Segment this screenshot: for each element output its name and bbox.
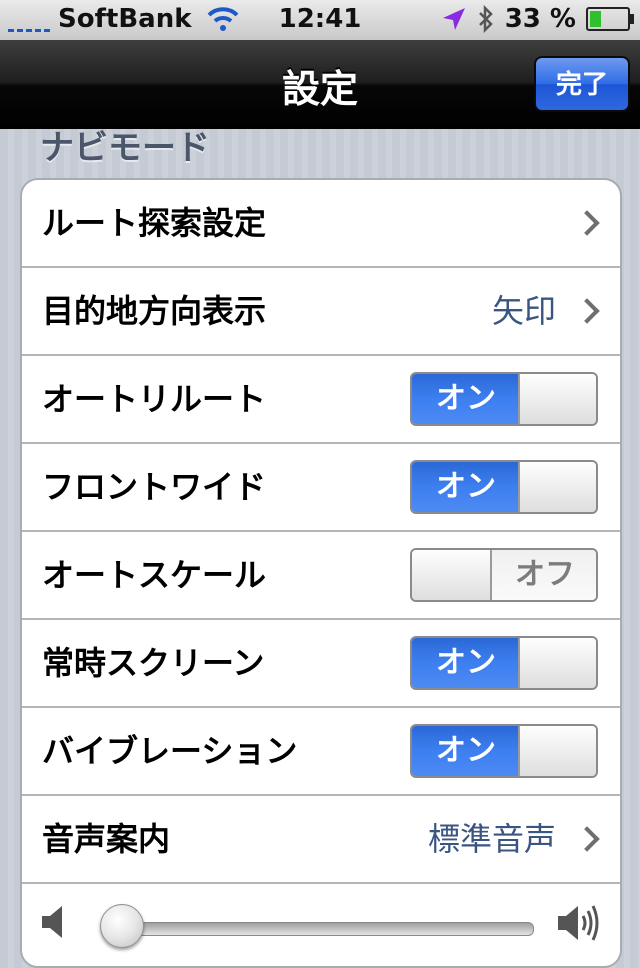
row-always-screen: 常時スクリーン オン	[22, 620, 620, 708]
done-button[interactable]: 完了	[534, 56, 630, 112]
toggle-on-label: オン	[412, 462, 520, 512]
row-label: フロントワイド	[42, 468, 267, 506]
row-front-wide: フロントワイド オン	[22, 444, 620, 532]
row-label: バイブレーション	[42, 732, 298, 770]
volume-slider-row	[22, 884, 620, 966]
row-auto-scale: オートスケール オフ	[22, 532, 620, 620]
toggle-on-label: オン	[412, 726, 520, 776]
toggle-knob	[518, 462, 596, 512]
row-vibration: バイブレーション オン	[22, 708, 620, 796]
row-voice-guidance[interactable]: 音声案内 標準音声	[22, 796, 620, 884]
settings-table: ルート探索設定 目的地方向表示 矢印 オートリルート オン フロントワイド オン…	[20, 178, 622, 968]
status-bar: SoftBank 12:41 33 %	[0, 0, 640, 40]
vibration-toggle[interactable]: オン	[410, 724, 598, 778]
status-right: 33 %	[441, 4, 634, 34]
toggle-off-label: オフ	[492, 550, 596, 600]
location-arrow-icon	[442, 8, 465, 30]
navigation-bar: 設定 完了	[0, 40, 640, 129]
volume-track[interactable]	[106, 922, 534, 936]
row-label: ルート探索設定	[42, 204, 267, 242]
row-label: オートリルート	[42, 380, 267, 418]
chevron-right-icon	[574, 298, 600, 324]
auto-reroute-toggle[interactable]: オン	[410, 372, 598, 426]
toggle-knob	[412, 550, 492, 600]
row-label: 目的地方向表示	[42, 292, 267, 330]
speaker-high-icon	[558, 905, 599, 941]
row-label: オートスケール	[42, 556, 267, 594]
front-wide-toggle[interactable]: オン	[410, 460, 598, 514]
section-header: ナビモード	[40, 128, 210, 168]
battery-percent: 33 %	[504, 4, 576, 34]
row-route-search[interactable]: ルート探索設定	[22, 180, 620, 268]
chevron-right-icon	[574, 826, 600, 852]
toggle-knob	[518, 726, 596, 776]
auto-scale-toggle[interactable]: オフ	[410, 548, 598, 602]
row-auto-reroute: オートリルート オン	[22, 356, 620, 444]
toggle-on-label: オン	[412, 638, 520, 688]
speaker-low-icon	[42, 906, 62, 938]
battery-fill	[590, 11, 601, 27]
row-value: 標準音声	[427, 820, 556, 858]
row-label: 音声案内	[42, 820, 171, 858]
toggle-knob	[518, 374, 596, 424]
toggle-knob	[518, 638, 596, 688]
chevron-right-icon	[574, 210, 600, 236]
battery-icon	[586, 7, 634, 31]
bluetooth-icon	[478, 5, 493, 33]
toggle-on-label: オン	[412, 374, 520, 424]
volume-slider-thumb[interactable]	[100, 904, 144, 948]
row-destination-direction[interactable]: 目的地方向表示 矢印	[22, 268, 620, 356]
always-screen-toggle[interactable]: オン	[410, 636, 598, 690]
row-label: 常時スクリーン	[42, 644, 265, 682]
row-value: 矢印	[491, 292, 556, 330]
